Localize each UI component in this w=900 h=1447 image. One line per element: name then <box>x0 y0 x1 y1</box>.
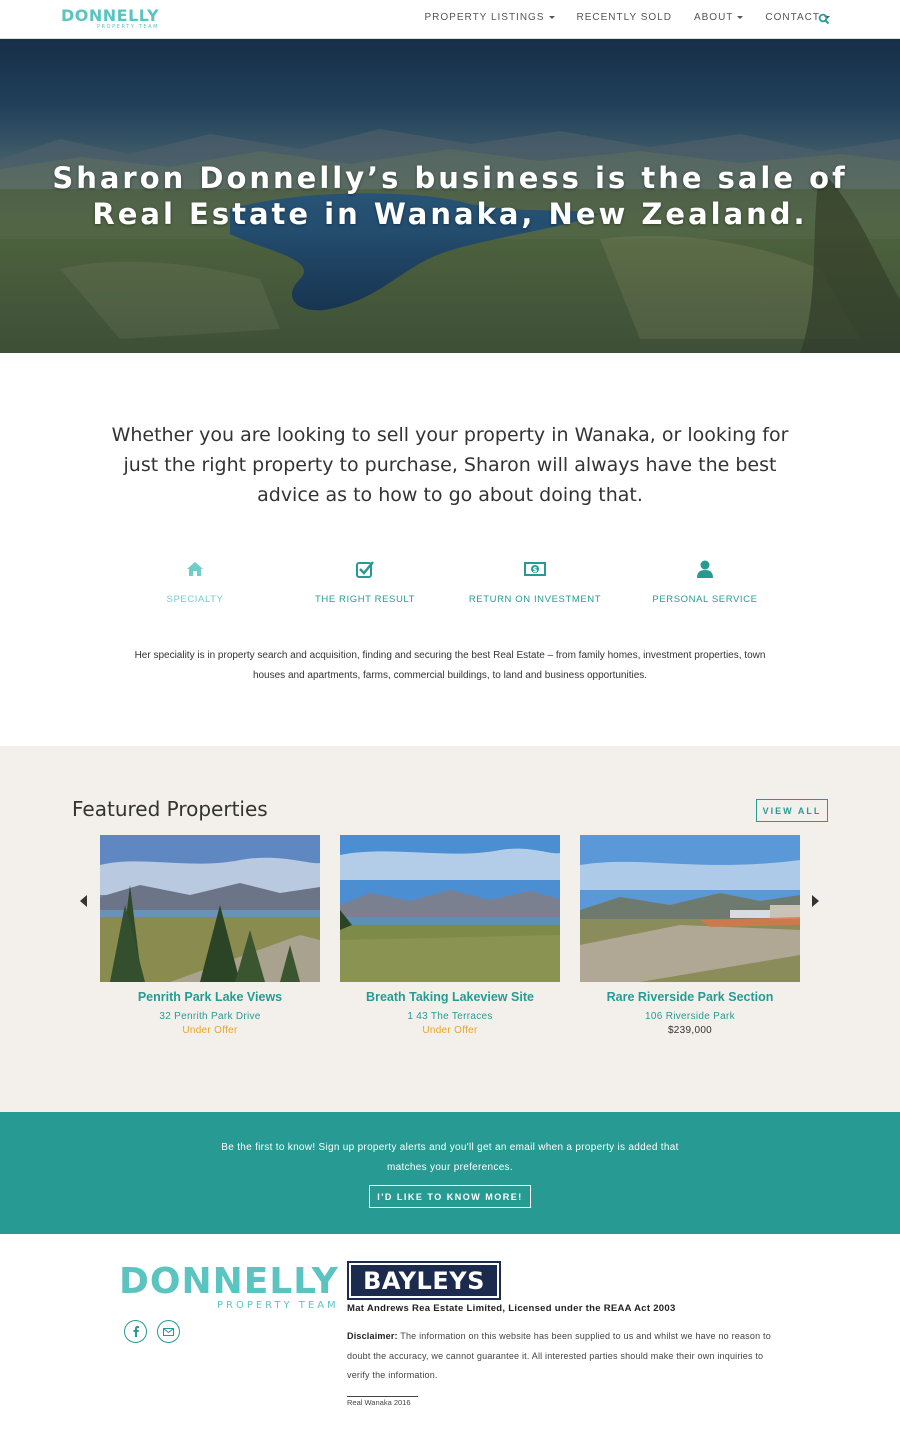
logo-name: DONNELLY <box>61 6 160 25</box>
property-title[interactable]: Rare Riverside Park Section <box>580 990 800 1004</box>
feature-label: PERSONAL SERVICE <box>652 594 758 605</box>
section-title: Featured Properties <box>72 797 268 821</box>
footer: DONNELLY PROPERTY TEAM BAYLEYS Mat Andre… <box>0 1234 900 1447</box>
property-title[interactable]: Penrith Park Lake Views <box>100 990 320 1004</box>
menu-label: CONTACT <box>765 12 820 23</box>
carousel-prev-icon[interactable] <box>80 895 87 907</box>
footer-logo[interactable]: DONNELLY PROPERTY TEAM <box>119 1261 339 1312</box>
carousel-next-icon[interactable] <box>812 895 819 907</box>
money-icon: $ <box>524 562 546 576</box>
feature-label: SPECIALTY <box>166 594 224 605</box>
property-title[interactable]: Breath Taking Lakeview Site <box>340 990 560 1004</box>
menu-label: PROPERTY LISTINGS <box>424 12 545 23</box>
search-icon[interactable] <box>818 13 830 25</box>
property-photo[interactable] <box>580 835 800 982</box>
menu-recently-sold[interactable]: RECENTLY SOLD <box>577 12 672 23</box>
copyright: Real Wanaka 2016 <box>347 1398 411 1407</box>
view-all-button[interactable]: VIEW ALL <box>756 799 828 822</box>
speciality-text: Her speciality is in property search and… <box>134 650 766 681</box>
property-status: Under Offer <box>422 1025 478 1036</box>
property-price: $239,000 <box>667 1025 713 1036</box>
menu-label: ABOUT <box>693 12 734 23</box>
feature-label: RETURN ON INVESTMENT <box>468 594 602 605</box>
site-logo[interactable]: DONNELLY PROPERTY TEAM <box>61 6 160 31</box>
top-navbar: DONNELLY PROPERTY TEAM PROPERTY LISTINGS… <box>0 0 900 39</box>
property-photo[interactable] <box>340 835 560 982</box>
signup-button[interactable]: I'D LIKE TO KNOW MORE! <box>369 1185 531 1208</box>
menu-property-listings[interactable]: PROPERTY LISTINGS <box>425 12 555 23</box>
property-address: 32 Penrith Park Drive <box>159 1011 261 1022</box>
property-status: Under Offer <box>182 1025 238 1036</box>
checkbox-icon <box>355 561 374 578</box>
bayleys-wordmark: BAYLEYS <box>351 1265 497 1296</box>
feature-label: THE RIGHT RESULT <box>314 594 416 605</box>
menu-label: RECENTLY SOLD <box>576 12 672 23</box>
disclaimer-label: Disclaimer: <box>347 1331 398 1341</box>
property-photo[interactable] <box>100 835 320 982</box>
email-icon[interactable] <box>157 1320 180 1343</box>
bayleys-logo[interactable]: BAYLEYS <box>347 1261 501 1300</box>
disclaimer: Disclaimer: The information on this webs… <box>347 1327 787 1386</box>
caret-down-icon <box>548 16 555 19</box>
svg-text:$: $ <box>533 566 538 574</box>
feature-personal-service: PERSONAL SERVICE <box>620 558 790 605</box>
signup-text: Be the first to know! Sign up property a… <box>221 1142 679 1173</box>
property-card[interactable]: Breath Taking Lakeview Site 1 43 The Ter… <box>340 835 560 1036</box>
social-links <box>124 1320 180 1343</box>
property-card[interactable]: Rare Riverside Park Section 106 Riversid… <box>580 835 800 1036</box>
hero-title: Sharon Donnelly’s business is the sale o… <box>52 161 848 231</box>
disclaimer-text: The information on this website has been… <box>347 1331 771 1380</box>
featured-properties-section: Featured Properties VIEW ALL Penrith Par… <box>0 746 900 1112</box>
feature-list: SPECIALTY THE RIGHT RESULT $ RETURN ON I… <box>110 558 790 605</box>
license-text: Mat Andrews Rea Estate Limited, Licensed… <box>347 1303 676 1314</box>
hero-banner: Sharon Donnelly’s business is the sale o… <box>0 39 900 353</box>
user-icon <box>697 560 713 578</box>
facebook-icon[interactable] <box>124 1320 147 1343</box>
intro-paragraph: Whether you are looking to sell your pro… <box>111 424 789 506</box>
main-menu: PROPERTY LISTINGS RECENTLY SOLD ABOUT CO… <box>425 12 830 23</box>
menu-about[interactable]: ABOUT <box>693 12 744 23</box>
feature-return-investment: $ RETURN ON INVESTMENT <box>450 558 620 605</box>
caret-down-icon <box>737 16 744 19</box>
home-icon <box>187 562 203 576</box>
divider <box>347 1396 418 1397</box>
feature-specialty: SPECIALTY <box>110 558 280 605</box>
feature-right-result: THE RIGHT RESULT <box>280 558 450 605</box>
property-address: 1 43 The Terraces <box>407 1011 493 1022</box>
property-card[interactable]: Penrith Park Lake Views 32 Penrith Park … <box>100 835 320 1036</box>
logo-name: DONNELLY <box>119 1261 339 1302</box>
signup-banner: Be the first to know! Sign up property a… <box>0 1112 900 1234</box>
property-address: 106 Riverside Park <box>645 1011 735 1022</box>
